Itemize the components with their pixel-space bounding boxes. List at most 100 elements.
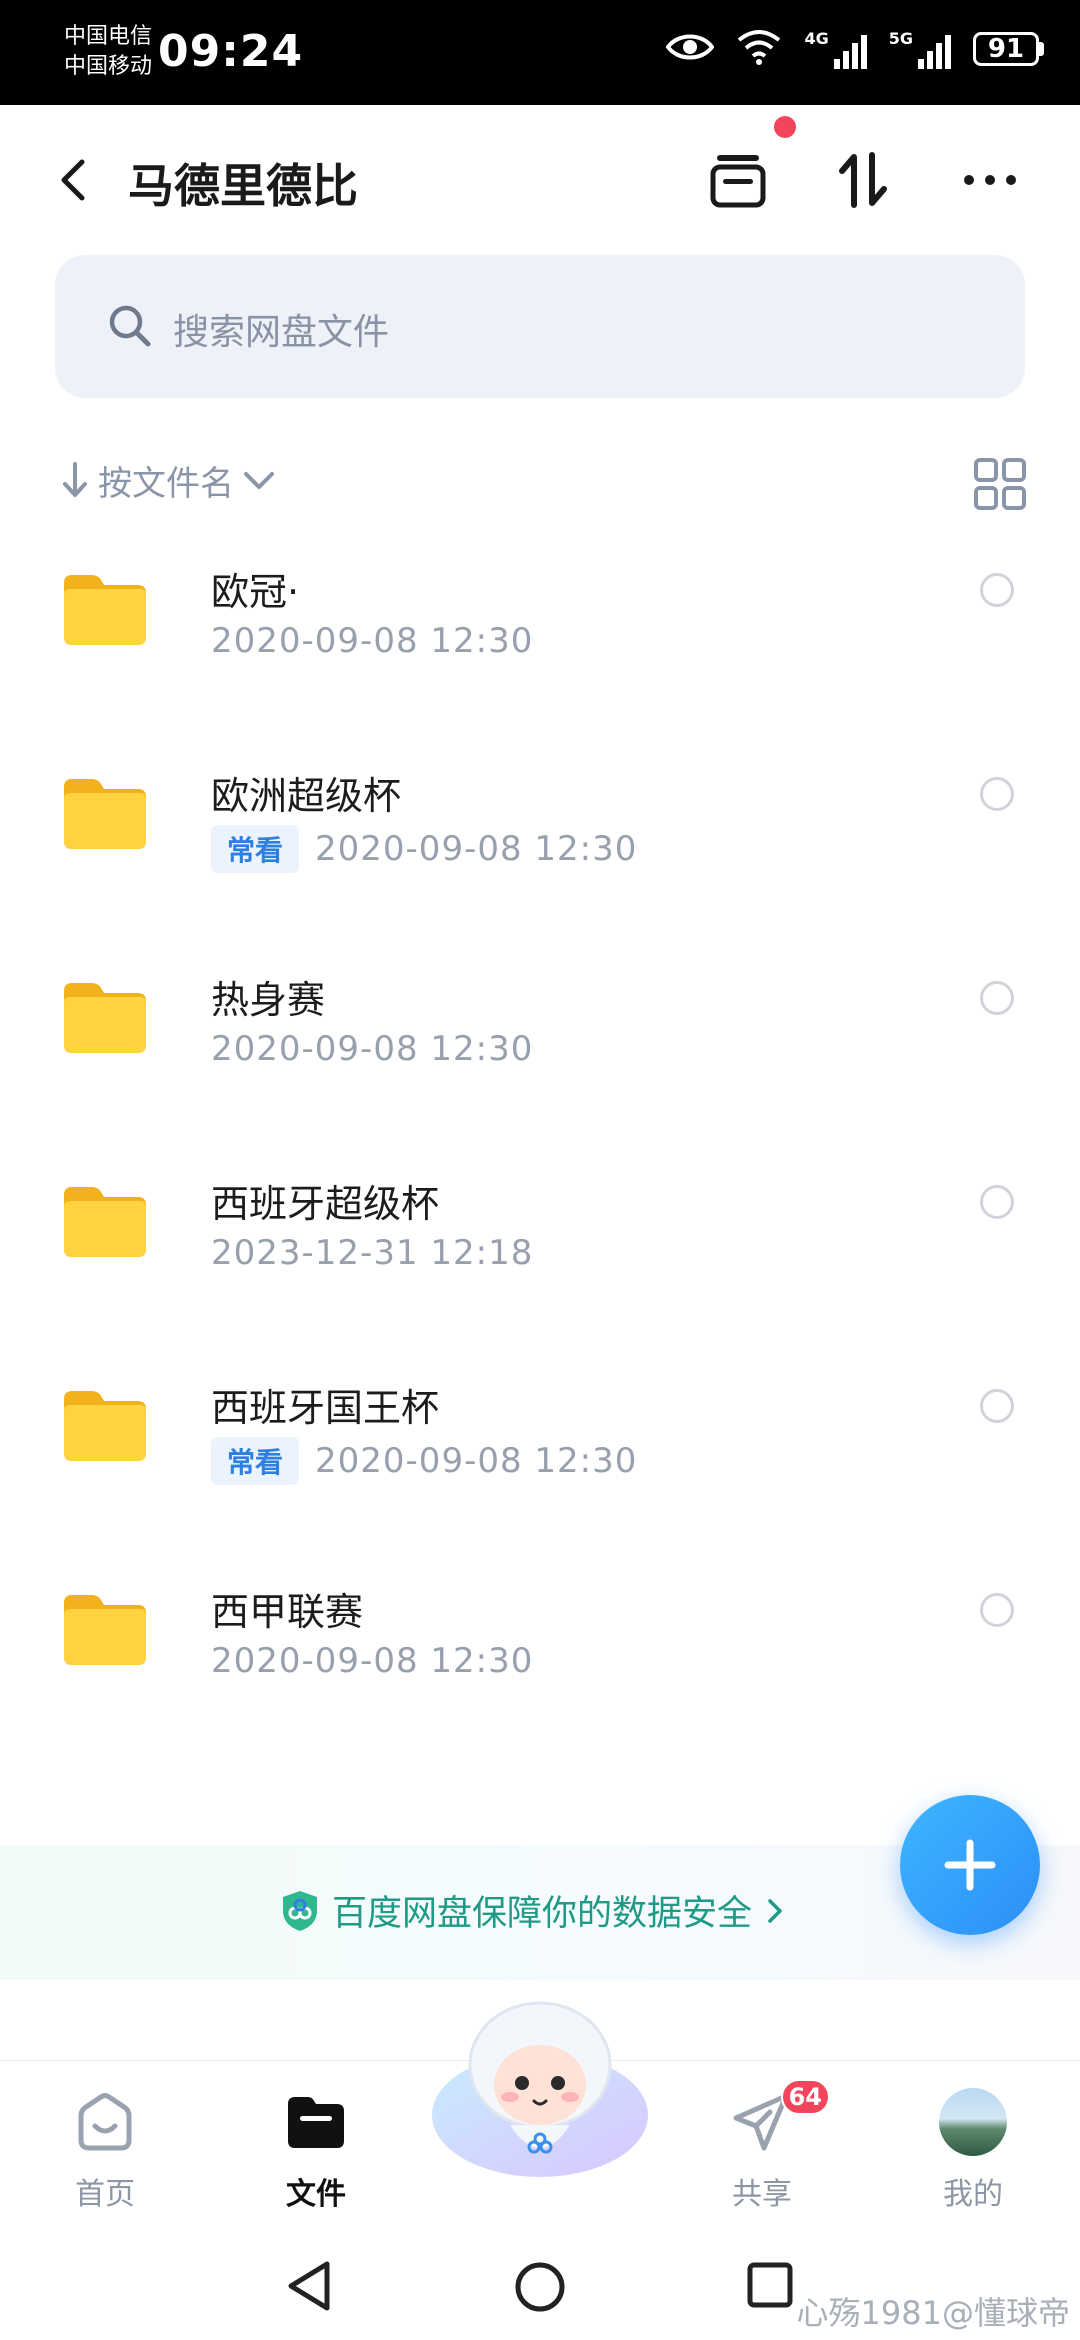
file-row[interactable]: 热身赛 2020-09-08 12:30 — [0, 925, 1080, 1129]
system-recents-button[interactable] — [745, 2260, 795, 2314]
grid-icon — [974, 458, 1026, 510]
tab-share[interactable]: 64 共享 — [682, 2061, 842, 2231]
frequent-tag: 常看 — [211, 1437, 300, 1485]
plus-icon — [944, 1839, 996, 1891]
file-row[interactable]: 西班牙国王杯 常看 2020-09-08 12:30 — [0, 1333, 1080, 1537]
folder-filled-icon — [286, 2089, 346, 2155]
status-icons: 4G 5G 91 — [666, 28, 1044, 70]
square-recents-icon — [747, 2262, 793, 2308]
file-date: 2020-09-08 12:30 — [211, 621, 534, 661]
search-icon — [107, 303, 153, 353]
select-radio[interactable] — [980, 1389, 1014, 1423]
file-name: 西甲联赛 — [211, 1590, 364, 1634]
tab-me[interactable]: 我的 — [893, 2061, 1053, 2231]
file-meta: 2020-09-08 12:30 — [211, 1029, 533, 1069]
file-date: 2020-09-08 12:30 — [315, 829, 638, 869]
status-bar: 中国电信 中国移动 09:24 4G 5G 91 — [0, 0, 1080, 105]
clock: 09:24 — [158, 26, 304, 77]
tab-home[interactable]: 首页 — [25, 2061, 185, 2231]
tab-me-label: 我的 — [943, 2177, 1003, 2212]
search-input[interactable]: 搜索网盘文件 — [55, 255, 1025, 398]
paper-plane-icon: 64 — [730, 2079, 830, 2155]
grid-view-button[interactable] — [972, 456, 1028, 512]
archive-box-icon — [710, 155, 766, 208]
carrier-2: 中国移动 — [64, 54, 153, 79]
folder-icon — [60, 571, 148, 651]
chevron-right-icon — [768, 1898, 782, 1923]
carrier-info: 中国电信 中国移动 — [64, 22, 152, 82]
frequent-tag: 常看 — [211, 825, 300, 873]
tab-files[interactable]: 文件 — [236, 2061, 396, 2231]
select-radio[interactable] — [980, 1185, 1014, 1219]
watermark: 心殇1981@懂球帝 — [796, 2294, 1070, 2332]
notification-dot — [774, 116, 796, 138]
file-meta: 2020-09-08 12:30 — [211, 1641, 533, 1681]
file-row[interactable]: 西班牙超级杯 2023-12-31 12:18 — [0, 1129, 1080, 1333]
file-name: 西班牙国王杯 — [211, 1386, 440, 1430]
tab-files-label: 文件 — [286, 2177, 346, 2212]
chevron-left-icon — [61, 159, 85, 201]
folder-icon — [60, 1591, 148, 1671]
file-row[interactable]: 欧冠· 2020-09-08 12:30 — [0, 517, 1080, 721]
select-radio[interactable] — [980, 777, 1014, 811]
file-date: 2020-09-08 12:30 — [211, 1029, 534, 1069]
eye-icon — [666, 31, 715, 67]
system-nav-bar: 心殇1981@懂球帝 — [0, 2230, 1080, 2340]
avatar — [939, 2088, 1007, 2156]
file-date: 2020-09-08 12:30 — [315, 1441, 638, 1481]
select-radio[interactable] — [980, 573, 1014, 607]
signal-4g-label: 4G — [804, 29, 829, 48]
more-icon — [964, 175, 1016, 185]
file-name: 欧冠· — [211, 570, 300, 614]
search-placeholder: 搜索网盘文件 — [173, 312, 390, 353]
back-button[interactable] — [50, 150, 100, 210]
folder-icon — [60, 775, 148, 855]
circle-home-icon — [515, 2262, 565, 2312]
arrow-down-icon — [63, 462, 87, 497]
page-title: 马德里德比 — [128, 159, 358, 213]
file-meta: 常看 2020-09-08 12:30 — [211, 1437, 637, 1485]
system-home-button[interactable] — [513, 2260, 567, 2318]
sort-label: 按文件名 — [98, 463, 234, 504]
signal-4g-icon: 4G — [804, 29, 867, 69]
signal-5g-icon: 5G — [889, 29, 951, 69]
file-meta: 2023-12-31 12:18 — [211, 1233, 533, 1273]
share-badge: 64 — [780, 2079, 830, 2115]
sort-selector[interactable]: 按文件名 — [60, 455, 276, 505]
security-banner-content: 百度网盘保障你的数据安全 — [280, 1885, 786, 1936]
folder-icon — [60, 1183, 148, 1263]
file-row[interactable]: 欧洲超级杯 常看 2020-09-08 12:30 — [0, 721, 1080, 925]
transfer-box-button[interactable] — [703, 145, 773, 215]
shield-icon — [283, 1890, 317, 1931]
assistant-mascot-button[interactable] — [430, 1995, 650, 2185]
battery-level: 91 — [973, 32, 1039, 66]
triangle-back-icon — [288, 2261, 330, 2311]
chevron-down-icon — [244, 472, 274, 489]
mascot-icon — [432, 2001, 648, 2177]
signal-5g-label: 5G — [888, 29, 913, 48]
add-button[interactable] — [900, 1795, 1040, 1935]
more-options-button[interactable] — [955, 145, 1025, 215]
file-meta: 2020-09-08 12:30 — [211, 621, 533, 661]
tab-share-label: 共享 — [732, 2177, 792, 2212]
home-icon — [73, 2089, 137, 2155]
file-date: 2020-09-08 12:30 — [211, 1641, 534, 1681]
tab-home-label: 首页 — [75, 2177, 135, 2212]
system-back-button[interactable] — [285, 2260, 335, 2316]
select-radio[interactable] — [980, 981, 1014, 1015]
file-name: 热身赛 — [211, 978, 326, 1022]
folder-icon — [60, 979, 148, 1059]
file-date: 2023-12-31 12:18 — [211, 1233, 534, 1273]
header: 马德里德比 — [0, 105, 1080, 255]
file-name: 欧洲超级杯 — [211, 774, 402, 818]
file-meta: 常看 2020-09-08 12:30 — [211, 825, 637, 873]
file-name: 西班牙超级杯 — [211, 1182, 440, 1226]
folder-icon — [60, 1387, 148, 1467]
battery-icon: 91 — [973, 32, 1044, 66]
file-row[interactable]: 西甲联赛 2020-09-08 12:30 — [0, 1537, 1080, 1741]
select-radio[interactable] — [980, 1593, 1014, 1627]
up-down-arrows-icon — [839, 152, 887, 208]
sort-transfer-button[interactable] — [828, 145, 898, 215]
wifi-icon — [736, 28, 782, 70]
security-banner-text: 百度网盘保障你的数据安全 — [332, 1894, 753, 1934]
